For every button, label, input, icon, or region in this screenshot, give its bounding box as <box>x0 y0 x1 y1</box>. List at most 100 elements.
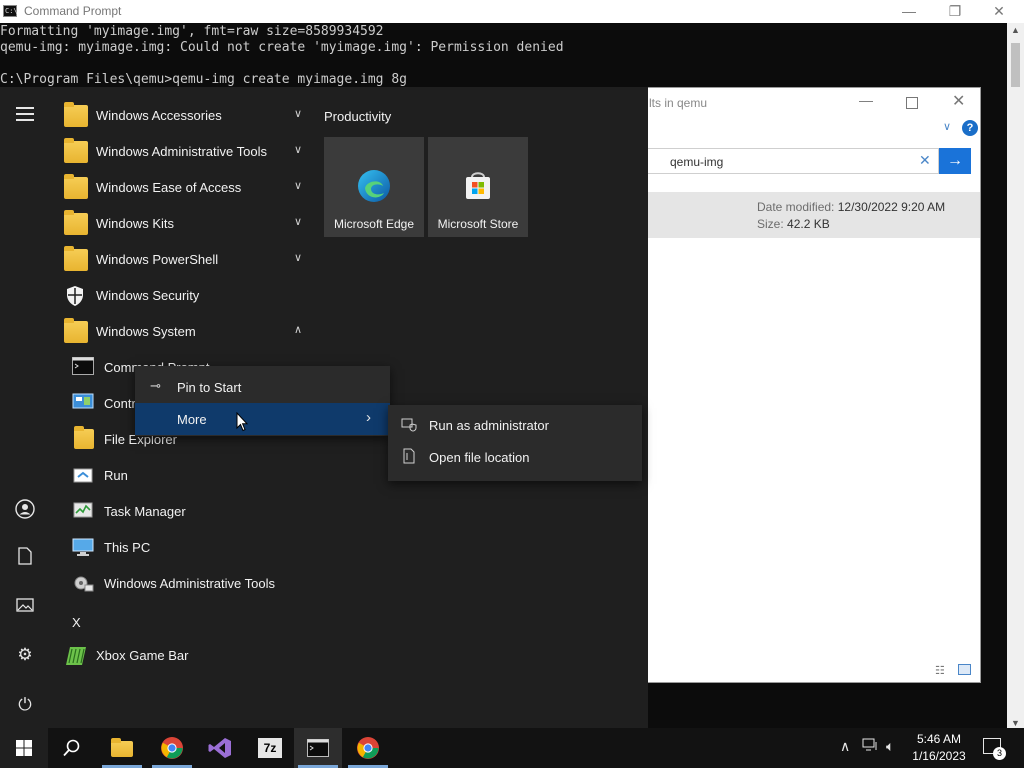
app-folder-windows-powershell[interactable]: Windows PowerShell ∨ <box>50 242 308 278</box>
menu-item-run-as-administrator[interactable]: Run as administrator <box>388 410 642 442</box>
context-menu[interactable]: ⊸ Pin to Start More › <box>135 366 390 436</box>
console-line: Formatting 'myimage.img', fmt=raw size=8… <box>0 24 384 39</box>
scrollbar-thumb[interactable] <box>1011 43 1020 87</box>
taskbar-visual-studio[interactable] <box>196 728 244 768</box>
help-icon[interactable]: ? <box>962 120 978 136</box>
vertical-scrollbar[interactable]: ▲ ▼ <box>1007 23 1024 730</box>
date-modified-label: Date modified: <box>757 200 835 214</box>
taskbar-file-explorer[interactable] <box>98 728 146 768</box>
app-label: Windows System <box>96 324 196 339</box>
settings-icon[interactable]: ⚙ <box>13 643 37 667</box>
details-view-icon[interactable]: ☷ <box>935 664 945 677</box>
app-label: Windows Administrative Tools <box>96 144 267 159</box>
taskbar-chrome[interactable] <box>148 728 196 768</box>
chevron-down-icon[interactable]: ∨ <box>943 120 951 133</box>
scroll-up-arrow-icon[interactable]: ▲ <box>1007 25 1024 35</box>
app-xbox-game-bar[interactable]: Xbox Game Bar <box>50 638 308 674</box>
taskbar[interactable]: 7z ∧ 🔈︎ 5:46 AM 1/16/2023 3 <box>0 728 1024 768</box>
window-title: Command Prompt <box>24 4 122 18</box>
computer-icon <box>72 537 94 557</box>
volume-icon[interactable]: 🔈︎ <box>886 738 894 755</box>
notification-count-badge: 3 <box>993 747 1006 760</box>
chevron-down-icon: ∨ <box>293 216 302 228</box>
app-label: Task Manager <box>104 504 186 519</box>
console-prompt-line[interactable]: C:\Program Files\qemu>qemu-img create my… <box>0 72 407 88</box>
window-title: lts in qemu <box>649 96 708 110</box>
size-label: Size: <box>757 217 784 231</box>
date-modified-value: 12/30/2022 9:20 AM <box>837 200 946 214</box>
clear-search-icon[interactable]: ✕ <box>919 152 931 169</box>
large-icons-view-icon[interactable] <box>958 664 971 675</box>
show-hidden-icons-chevron-icon[interactable]: ∧ <box>840 738 850 755</box>
app-folder-windows-ease-of-access[interactable]: Windows Ease of Access ∨ <box>50 170 308 206</box>
menu-item-open-file-location[interactable]: Open file location <box>388 442 642 474</box>
search-input[interactable]: qemu-img <box>670 155 723 169</box>
app-label: Run <box>104 468 128 483</box>
taskbar-7zip[interactable]: 7z <box>246 728 294 768</box>
tile-label: Microsoft Edge <box>333 217 415 231</box>
app-windows-administrative-tools[interactable]: Windows Administrative Tools <box>50 566 308 602</box>
size-value: 42.2 KB <box>787 217 830 231</box>
file-explorer-window[interactable]: lts in qemu — ✕ ∨ ? qemu-img ✕ → Date mo… <box>640 87 981 683</box>
hamburger-menu-icon[interactable] <box>16 107 34 125</box>
close-button[interactable]: ✕ <box>952 91 965 111</box>
context-submenu[interactable]: Run as administrator Open file location <box>388 405 642 481</box>
menu-item-more[interactable]: More › <box>135 403 390 435</box>
menu-item-label: Run as administrator <box>429 418 549 433</box>
app-folder-windows-kits[interactable]: Windows Kits ∨ <box>50 206 308 242</box>
app-label: Windows Administrative Tools <box>104 576 275 591</box>
minimize-button[interactable]: — <box>859 92 873 108</box>
control-panel-icon <box>72 393 94 413</box>
maximize-button[interactable] <box>906 97 918 109</box>
folder-icon <box>64 210 88 235</box>
minimize-button[interactable]: — <box>886 0 932 23</box>
search-button[interactable] <box>48 728 96 768</box>
app-label: Windows Kits <box>96 216 175 231</box>
taskbar-chrome-2[interactable] <box>344 728 392 768</box>
menu-item-label: More <box>177 412 207 427</box>
menu-item-label: Pin to Start <box>177 380 242 395</box>
search-box[interactable]: qemu-img ✕ <box>641 148 939 174</box>
clock-date[interactable]: 1/16/2023 <box>909 749 969 763</box>
file-explorer-icon <box>111 738 133 757</box>
taskbar-command-prompt[interactable] <box>294 728 342 768</box>
search-go-button[interactable]: → <box>939 148 971 174</box>
app-windows-security[interactable]: Windows Security <box>50 278 308 314</box>
tile-group-title[interactable]: Productivity <box>324 109 391 124</box>
maximize-button[interactable]: ❐ <box>932 0 978 23</box>
pictures-icon[interactable] <box>13 595 37 619</box>
menu-item-pin-to-start[interactable]: ⊸ Pin to Start <box>135 371 390 403</box>
date-modified: Date modified: 12/30/2022 9:20 AM <box>757 200 945 214</box>
command-prompt-icon <box>72 357 94 377</box>
network-icon[interactable] <box>862 738 878 755</box>
app-folder-windows-accessories[interactable]: Windows Accessories ∨ <box>50 98 308 134</box>
documents-icon[interactable] <box>13 547 37 571</box>
letter-group-header[interactable]: X <box>72 615 81 630</box>
app-this-pc[interactable]: This PC <box>50 530 308 566</box>
run-as-admin-icon <box>401 416 417 435</box>
scroll-down-arrow-icon[interactable]: ▼ <box>1007 718 1024 728</box>
user-icon[interactable] <box>13 499 37 523</box>
tile-microsoft-store[interactable]: Microsoft Store <box>428 137 528 237</box>
chrome-icon <box>357 737 379 759</box>
app-folder-windows-system[interactable]: Windows System ∧ <box>50 314 308 350</box>
tile-microsoft-edge[interactable]: Microsoft Edge <box>324 137 424 237</box>
file-size: Size: 42.2 KB <box>757 217 830 231</box>
cmd-title-bar[interactable]: C:\ Command Prompt — ❐ ✕ <box>0 0 1024 23</box>
app-label: Windows Security <box>96 288 200 303</box>
chevron-down-icon: ∨ <box>293 108 302 120</box>
file-explorer-icon <box>74 426 94 449</box>
app-task-manager[interactable]: Task Manager <box>50 494 308 530</box>
clock-time[interactable]: 5:46 AM <box>909 732 969 746</box>
close-button[interactable]: ✕ <box>976 0 1022 23</box>
task-manager-icon <box>72 501 94 521</box>
app-run[interactable]: Run <box>50 458 308 494</box>
chevron-up-icon: ∧ <box>293 324 302 336</box>
admin-tools-icon <box>72 573 94 593</box>
app-folder-windows-administrative-tools[interactable]: Windows Administrative Tools ∨ <box>50 134 308 170</box>
power-icon[interactable]: ⏻ <box>13 693 37 717</box>
start-button[interactable] <box>0 728 48 768</box>
search-result-item[interactable]: Date modified: 12/30/2022 9:20 AM Size: … <box>641 192 980 238</box>
app-label: Xbox Game Bar <box>96 648 189 663</box>
pin-icon: ⊸ <box>150 378 161 393</box>
